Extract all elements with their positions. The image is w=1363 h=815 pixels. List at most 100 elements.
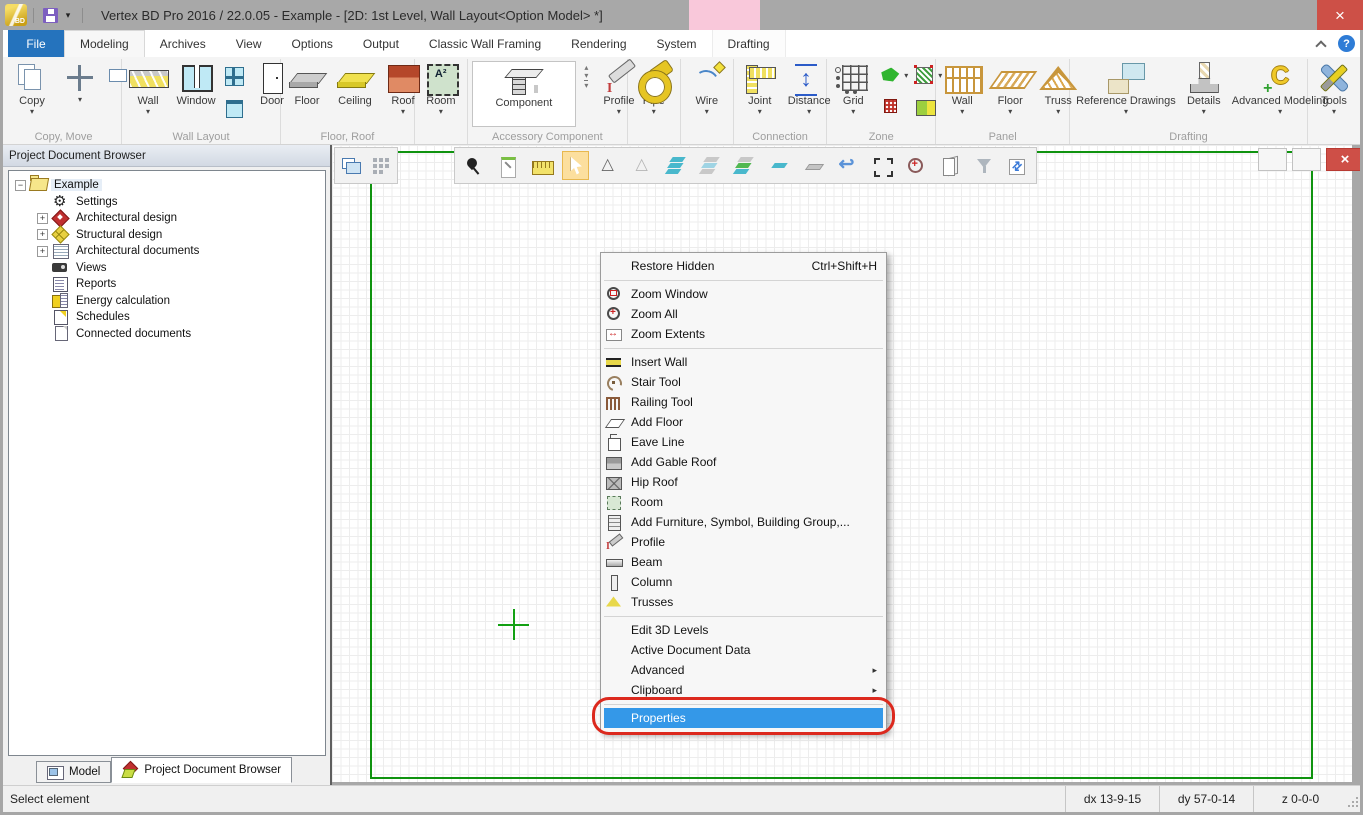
menu-item-profile[interactable]: Profile xyxy=(602,532,885,552)
bottom-tab-model[interactable]: Model xyxy=(36,761,111,783)
tree-item-connected-documents[interactable]: Connected documents xyxy=(11,326,323,343)
plus-expander-icon[interactable]: + xyxy=(37,246,48,257)
menu-item-room[interactable]: Room xyxy=(602,492,885,512)
tree-item-settings[interactable]: Settings xyxy=(11,194,323,211)
zone-building-button[interactable] xyxy=(878,91,910,122)
tab-output[interactable]: Output xyxy=(348,30,414,57)
tab-archives[interactable]: Archives xyxy=(145,30,221,57)
menu-item-railing-tool[interactable]: Railing Tool xyxy=(602,392,885,412)
tree-item-views[interactable]: Views xyxy=(11,260,323,277)
pipe-button[interactable]: Pipe▾ xyxy=(631,60,677,128)
menu-item-add-floor[interactable]: Add Floor xyxy=(602,412,885,432)
export-view-button[interactable] xyxy=(1004,151,1031,180)
menu-item-add-furniture-symbol-building-group[interactable]: Add Furniture, Symbol, Building Group,..… xyxy=(602,512,885,532)
tab-view[interactable]: View xyxy=(221,30,277,57)
floor-button[interactable]: Floor▾ xyxy=(987,60,1033,128)
component-spinner[interactable]: ▴▾▾ xyxy=(579,60,594,94)
wire-button[interactable]: Wire▾ xyxy=(684,60,730,128)
layer-gray-button[interactable] xyxy=(800,151,827,180)
tree-item-schedules[interactable]: Schedules xyxy=(11,309,323,326)
plus-expander-icon[interactable]: + xyxy=(37,229,48,240)
menu-item-active-document-data[interactable]: Active Document Data xyxy=(602,640,885,660)
help-button[interactable]: ? xyxy=(1338,35,1355,52)
menu-item-hip-roof[interactable]: Hip Roof xyxy=(602,472,885,492)
tab-classic-wall-framing[interactable]: Classic Wall Framing xyxy=(414,30,556,57)
tree-item-energy-calculation[interactable]: Energy calculation xyxy=(11,293,323,310)
close-button[interactable]: × xyxy=(1317,0,1363,30)
quick-access-dropdown[interactable]: ▾ xyxy=(60,4,76,26)
menu-item-restore-hidden[interactable]: Restore HiddenCtrl+Shift+H xyxy=(602,256,885,276)
menu-item-beam[interactable]: Beam xyxy=(602,552,885,572)
layers-teal-button[interactable] xyxy=(664,151,691,180)
tab-options[interactable]: Options xyxy=(277,30,348,57)
plus-expander-icon[interactable]: + xyxy=(37,213,48,224)
tab-drafting[interactable]: Drafting xyxy=(712,30,786,57)
wall-button[interactable]: Wall▾ xyxy=(939,60,985,128)
tree-item-reports[interactable]: Reports xyxy=(11,276,323,293)
tree-item-structural-design[interactable]: +Structural design xyxy=(11,227,323,244)
triangle-button[interactable] xyxy=(596,151,623,180)
tile-windows-button[interactable] xyxy=(367,151,395,180)
menu-item-column[interactable]: Column xyxy=(602,572,885,592)
menu-item-eave-line[interactable]: Eave Line xyxy=(602,432,885,452)
reference-drawings-button[interactable]: Reference Drawings▾ xyxy=(1073,60,1179,128)
mdi-minimize-button[interactable] xyxy=(1258,148,1287,171)
menu-item-add-gable-roof[interactable]: Add Gable Roof xyxy=(602,452,885,472)
save-button[interactable] xyxy=(40,4,60,26)
zoom-plus-button[interactable] xyxy=(902,151,929,180)
joint-button[interactable]: Joint▾ xyxy=(737,60,783,128)
room-button[interactable]: Room▾ xyxy=(418,60,464,128)
mdi-restore-button[interactable] xyxy=(1292,148,1321,171)
ceiling-button[interactable]: Ceiling xyxy=(332,60,378,128)
panel-wall-icon xyxy=(942,61,982,95)
menu-item-trusses[interactable]: Trusses xyxy=(602,592,885,612)
menu-item-zoom-extents[interactable]: Zoom Extents xyxy=(602,324,885,344)
prism-button[interactable] xyxy=(936,151,963,180)
pin-button[interactable] xyxy=(460,151,487,180)
tree-item-architectural-design[interactable]: +Architectural design xyxy=(11,210,323,227)
menu-item-zoom-window[interactable]: Zoom Window xyxy=(602,284,885,304)
zone-polygon-button[interactable]: ▾ xyxy=(878,60,910,91)
tab-system[interactable]: System xyxy=(642,30,712,57)
advanced-modeling-icon xyxy=(1260,61,1300,95)
menu-item-advanced[interactable]: Advanced▸ xyxy=(602,660,885,680)
window-button[interactable]: Window xyxy=(173,60,219,128)
tab-modeling[interactable]: Modeling xyxy=(64,30,145,57)
tools-button[interactable]: Tools▾ xyxy=(1311,60,1357,128)
select-area-button[interactable] xyxy=(868,151,895,180)
menu-item-stair-tool[interactable]: Stair Tool xyxy=(602,372,885,392)
menu-item-zoom-all[interactable]: Zoom All xyxy=(602,304,885,324)
layers-green-button[interactable] xyxy=(732,151,759,180)
distance-button[interactable]: Distance▾ xyxy=(785,60,834,128)
floor-button[interactable]: Floor xyxy=(284,60,330,128)
wall-button[interactable]: Wall▾ xyxy=(125,60,171,128)
menu-item-insert-wall[interactable]: Insert Wall xyxy=(602,352,885,372)
filter-button[interactable] xyxy=(970,151,997,180)
tab-rendering[interactable]: Rendering xyxy=(556,30,641,57)
layers-mixed-button[interactable] xyxy=(698,151,725,180)
window-grid-button[interactable] xyxy=(221,60,247,91)
tree-item-example[interactable]: −Example xyxy=(11,177,323,194)
component-button[interactable]: Component xyxy=(472,61,576,127)
mdi-close-button[interactable]: × xyxy=(1326,148,1363,171)
ruler-button[interactable] xyxy=(528,151,555,180)
tab-file[interactable]: File xyxy=(8,30,64,57)
minus-expander-icon[interactable]: − xyxy=(15,180,26,191)
tree-item-architectural-documents[interactable]: +Architectural documents xyxy=(11,243,323,260)
layer-single-button[interactable] xyxy=(766,151,793,180)
copy-button[interactable]: Copy▾ xyxy=(9,60,55,128)
ribbon-collapse-button[interactable] xyxy=(1312,35,1330,53)
bottom-tab-project-document-browser[interactable]: Project Document Browser xyxy=(111,757,292,783)
details-button[interactable]: Details▾ xyxy=(1181,60,1227,128)
grid-button[interactable]: Grid▾ xyxy=(830,60,876,128)
select-cursor-button[interactable] xyxy=(562,151,589,180)
measure-button[interactable] xyxy=(494,151,521,180)
undo-button[interactable] xyxy=(834,151,861,180)
minimize-button[interactable] xyxy=(1257,0,1287,30)
cascade-windows-button[interactable] xyxy=(337,151,365,180)
move-button[interactable]: ▾ xyxy=(57,60,103,128)
menu-item-edit-3d-levels[interactable]: Edit 3D Levels xyxy=(602,620,885,640)
maximize-button[interactable] xyxy=(1287,0,1317,30)
triangle-dashed-button[interactable] xyxy=(630,151,657,180)
window-small-button[interactable] xyxy=(221,91,247,122)
